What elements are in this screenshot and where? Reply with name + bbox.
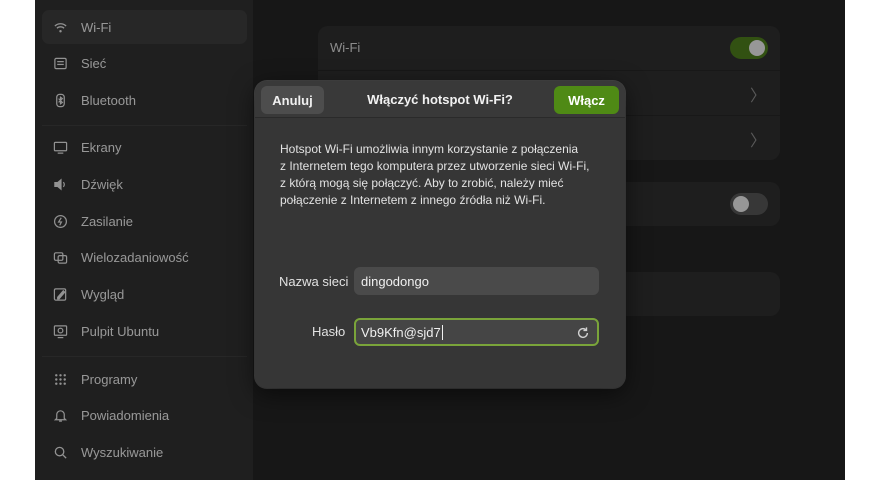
description-line: Hotspot Wi-Fi umożliwia innym korzystani… <box>280 142 579 156</box>
enable-button[interactable]: Włącz <box>554 86 619 114</box>
text-caret <box>441 324 443 340</box>
network-name-field[interactable]: dingodongo <box>354 267 599 295</box>
regenerate-password-icon[interactable] <box>576 326 590 340</box>
description-line: z Internetem tego komputera przez utworz… <box>280 159 590 173</box>
network-name-label: Nazwa sieci <box>279 274 349 289</box>
dialog-description: Hotspot Wi-Fi umożliwia innym korzystani… <box>280 141 610 209</box>
dialog-header: Anuluj Włączyć hotspot Wi-Fi? Włącz <box>255 81 625 118</box>
password-label: Hasło <box>312 324 346 339</box>
network-name-value: dingodongo <box>361 273 429 289</box>
description-line: połączenie z Internetem z innego źródła … <box>280 193 546 207</box>
password-value: Vb9Kfn@sjd7 <box>361 324 441 340</box>
description-line: z którą mogą się połączyć. Aby to zrobić… <box>280 176 564 190</box>
hotspot-dialog: Anuluj Włączyć hotspot Wi-Fi? Włącz Hots… <box>255 81 625 388</box>
password-field[interactable]: Vb9Kfn@sjd7 <box>354 318 599 346</box>
